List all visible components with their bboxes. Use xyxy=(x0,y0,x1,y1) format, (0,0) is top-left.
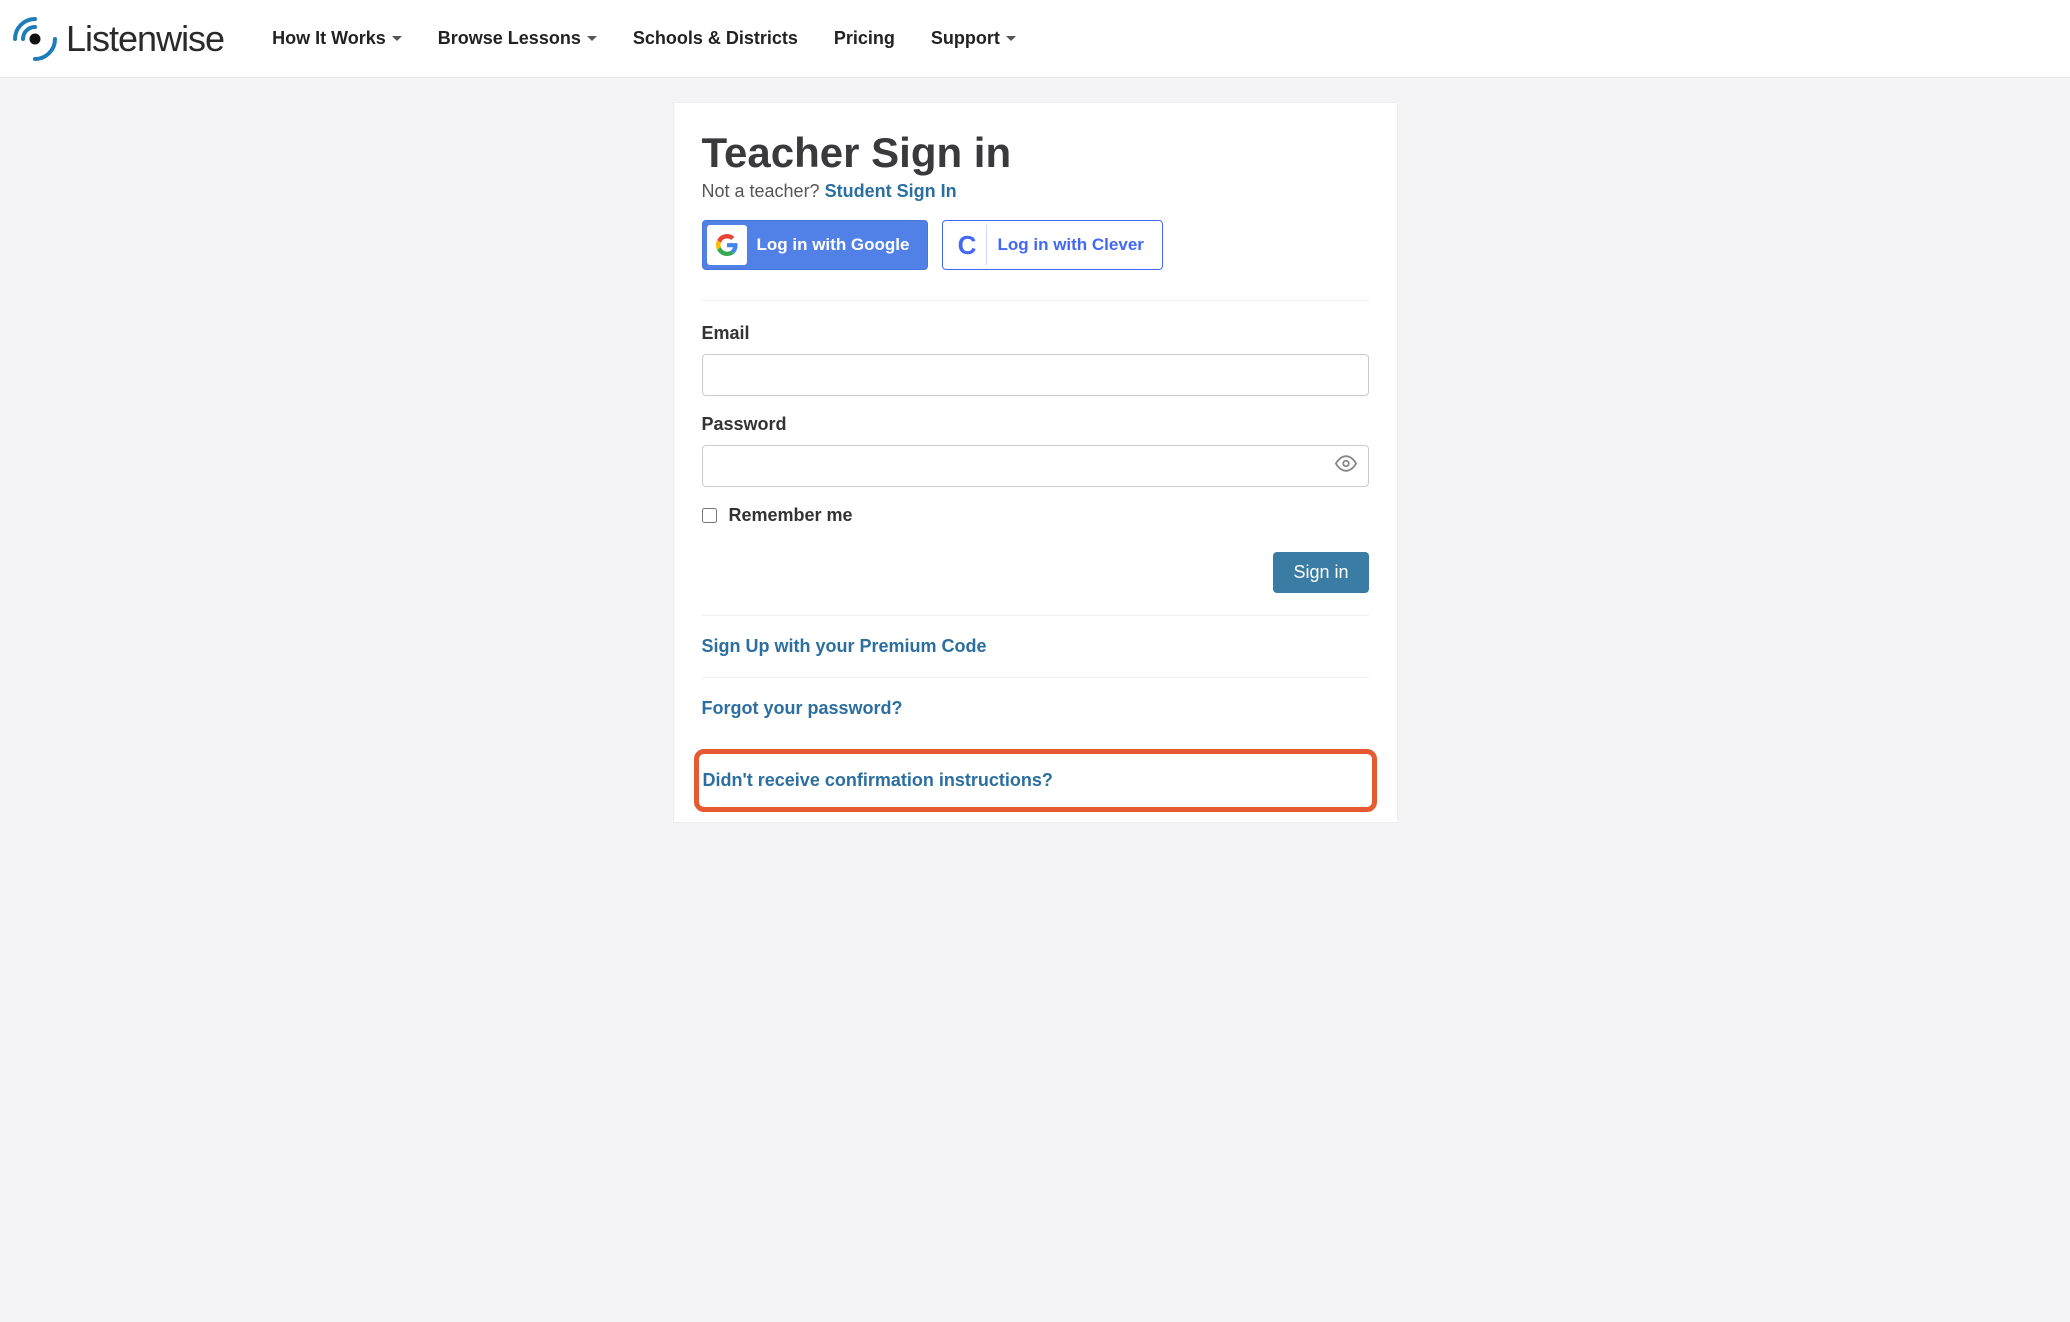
confirmation-highlight: Didn't receive confirmation instructions… xyxy=(694,749,1377,812)
remember-me-checkbox[interactable] xyxy=(702,508,717,523)
forgot-row: Forgot your password? xyxy=(702,678,1369,739)
remember-me-label[interactable]: Remember me xyxy=(702,505,1369,526)
brand-text: Listenwise xyxy=(66,18,224,60)
nav-label: Browse Lessons xyxy=(438,28,581,49)
nav-menu: How It Works Browse Lessons Schools & Di… xyxy=(254,14,1034,64)
clever-logo-icon: C xyxy=(947,225,987,265)
caret-down-icon xyxy=(1006,36,1016,41)
password-group: Password xyxy=(702,414,1369,487)
premium-row: Sign Up with your Premium Code xyxy=(702,616,1369,678)
eye-icon xyxy=(1335,453,1357,475)
nav-browse-lessons[interactable]: Browse Lessons xyxy=(420,14,615,64)
brand-logo[interactable]: Listenwise xyxy=(10,14,224,64)
nav-label: How It Works xyxy=(272,28,386,49)
login-clever-button[interactable]: C Log in with Clever xyxy=(942,220,1162,270)
forgot-password-link[interactable]: Forgot your password? xyxy=(702,698,903,718)
nav-label: Pricing xyxy=(834,28,895,49)
email-input[interactable] xyxy=(702,354,1369,396)
nav-label: Support xyxy=(931,28,1000,49)
caret-down-icon xyxy=(392,36,402,41)
top-navbar: Listenwise How It Works Browse Lessons S… xyxy=(0,0,2070,78)
nav-support[interactable]: Support xyxy=(913,14,1034,64)
google-logo-icon xyxy=(707,225,747,265)
nav-label: Schools & Districts xyxy=(633,28,798,49)
password-input[interactable] xyxy=(702,445,1369,487)
caret-down-icon xyxy=(587,36,597,41)
nav-pricing[interactable]: Pricing xyxy=(816,14,913,64)
signin-button[interactable]: Sign in xyxy=(1273,552,1368,593)
signin-card: Teacher Sign in Not a teacher? Student S… xyxy=(673,102,1398,823)
nav-how-it-works[interactable]: How It Works xyxy=(254,14,420,64)
remember-text: Remember me xyxy=(729,505,853,526)
page-title: Teacher Sign in xyxy=(702,129,1369,177)
email-group: Email xyxy=(702,323,1369,396)
google-button-label: Log in with Google xyxy=(757,235,924,255)
sso-row: Log in with Google C Log in with Clever xyxy=(702,220,1369,301)
show-password-toggle[interactable] xyxy=(1335,453,1357,480)
nav-schools-districts[interactable]: Schools & Districts xyxy=(615,14,816,64)
email-label: Email xyxy=(702,323,1369,344)
form-actions: Sign in xyxy=(702,552,1369,616)
sub-prompt: Not a teacher? Student Sign In xyxy=(702,181,1369,202)
clever-button-label: Log in with Clever xyxy=(997,235,1157,255)
login-google-button[interactable]: Log in with Google xyxy=(702,220,929,270)
not-teacher-text: Not a teacher? xyxy=(702,181,825,201)
premium-signup-link[interactable]: Sign Up with your Premium Code xyxy=(702,636,987,656)
student-signin-link[interactable]: Student Sign In xyxy=(825,181,957,201)
password-label: Password xyxy=(702,414,1369,435)
resend-confirmation-link[interactable]: Didn't receive confirmation instructions… xyxy=(703,770,1053,790)
listenwise-logo-icon xyxy=(10,14,60,64)
